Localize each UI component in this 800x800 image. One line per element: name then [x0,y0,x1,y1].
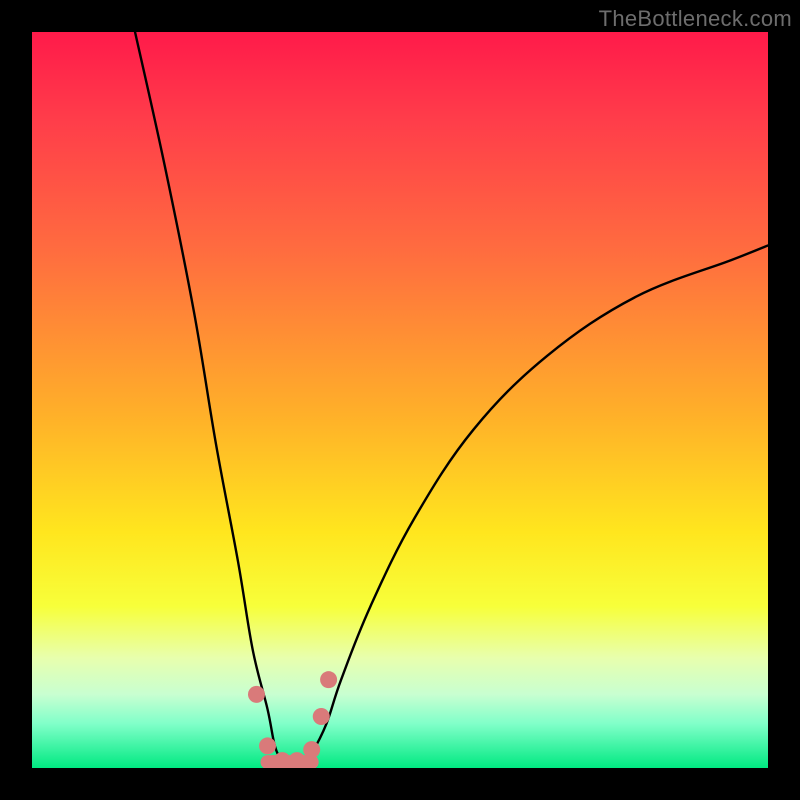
curve-layer [32,32,768,768]
bottleneck-curve [135,32,768,765]
chart-frame: TheBottleneck.com [0,0,800,800]
plot-area [32,32,768,768]
watermark-text: TheBottleneck.com [599,6,792,32]
